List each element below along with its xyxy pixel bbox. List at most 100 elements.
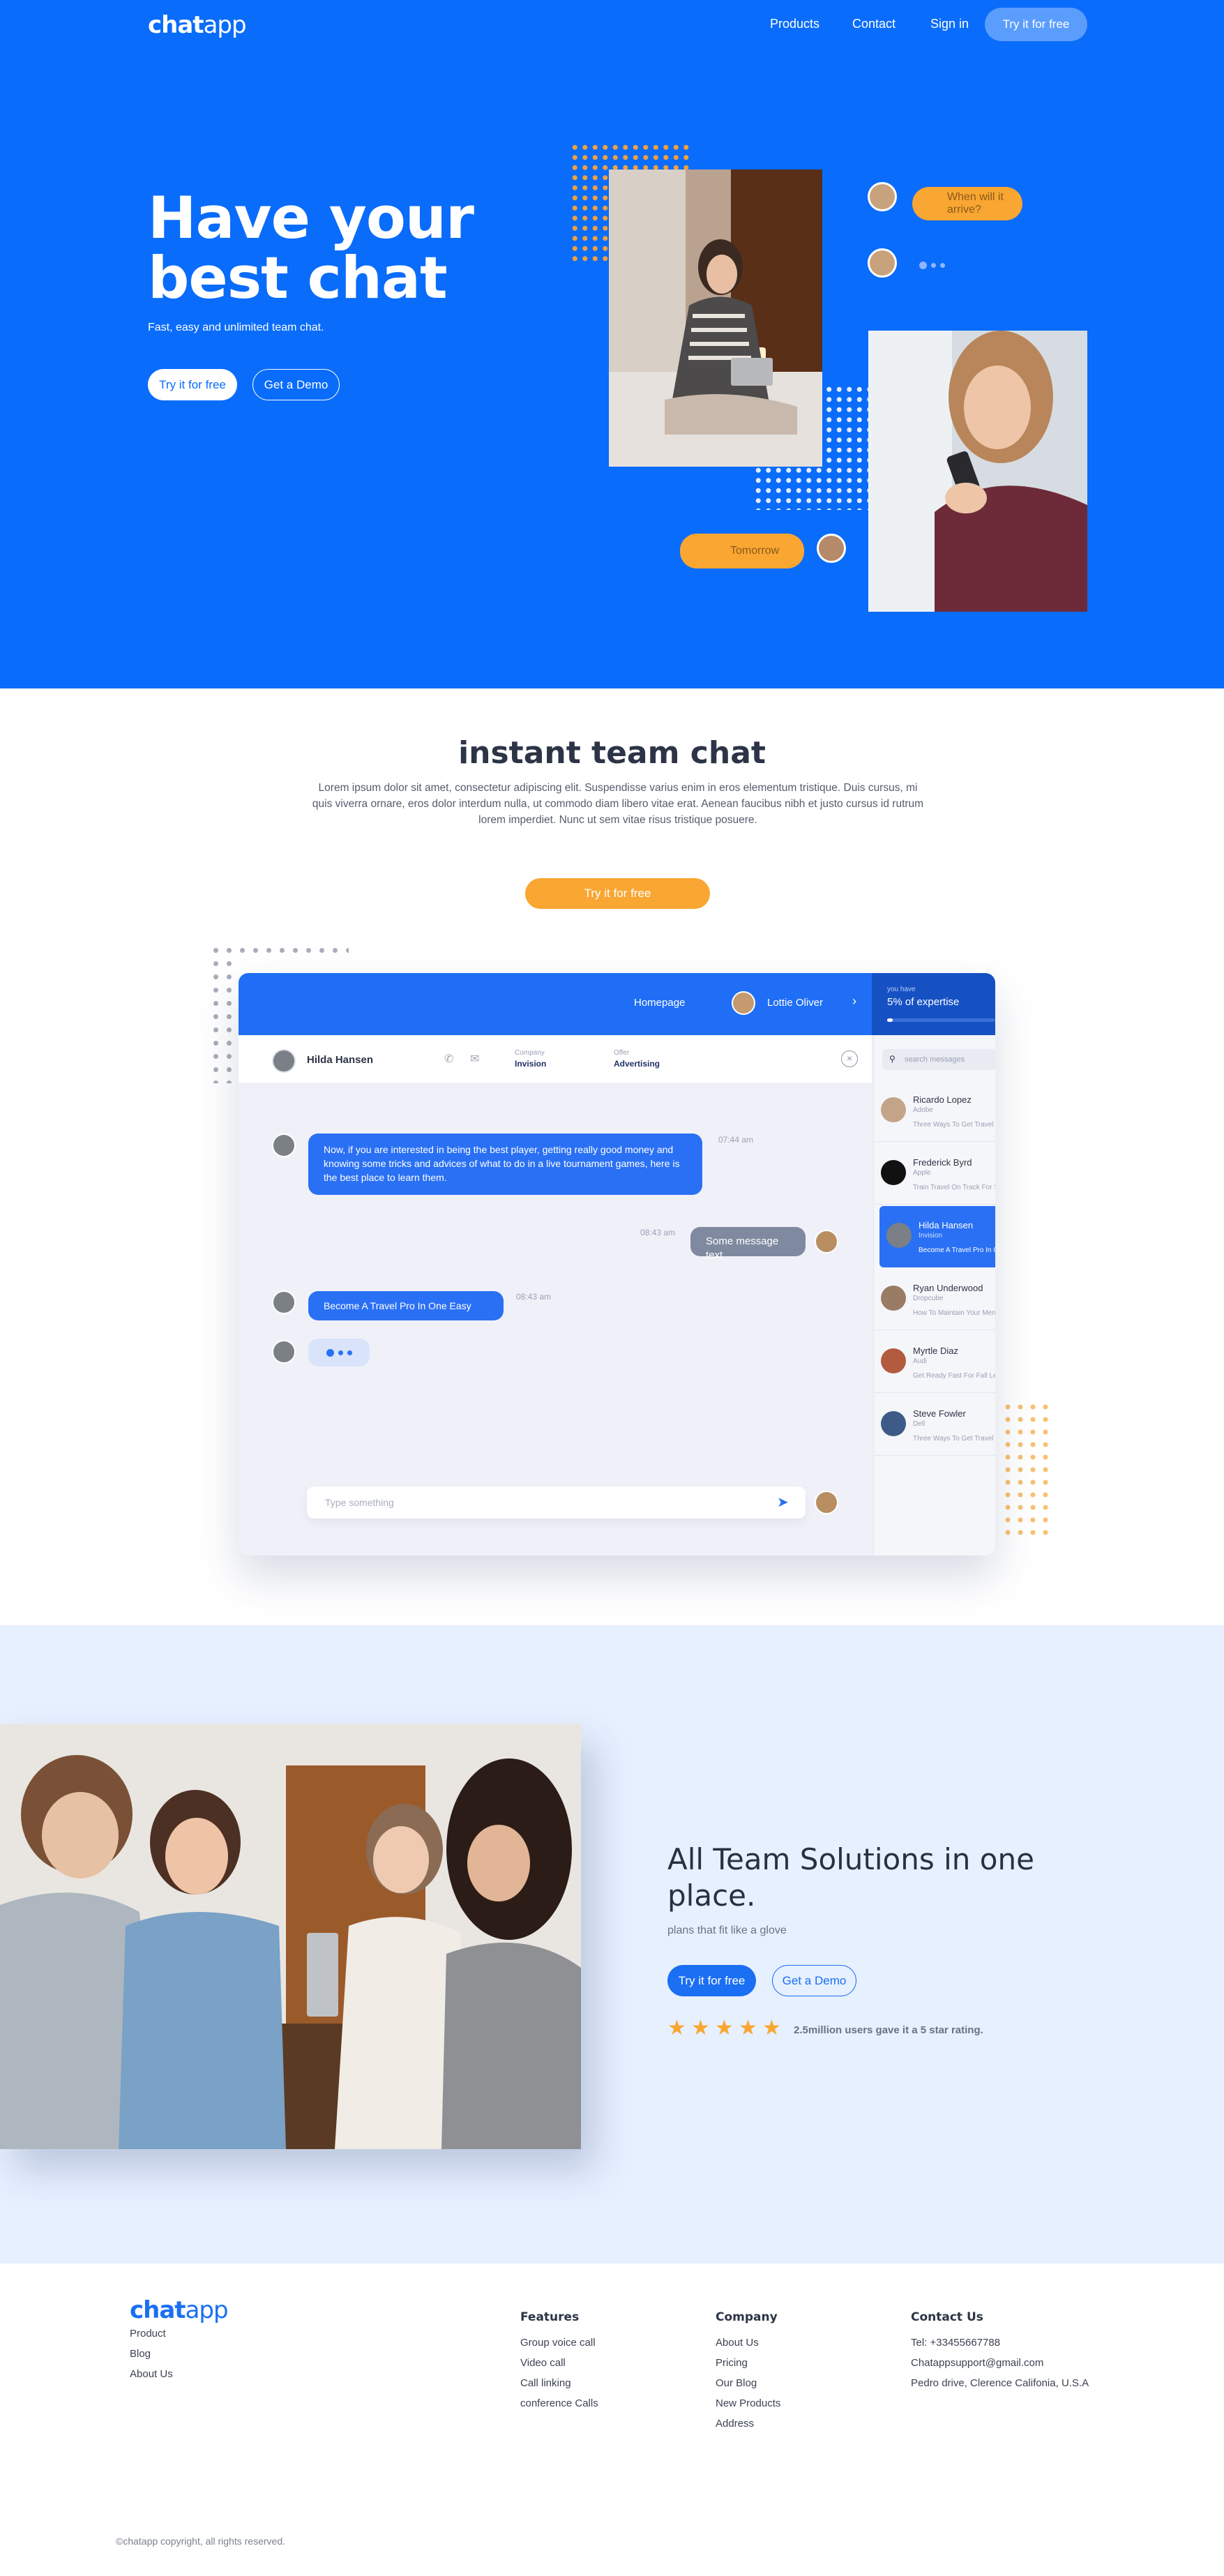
search-box[interactable]: ⚲ search messages xyxy=(882,1049,995,1070)
send-icon[interactable]: ➤ xyxy=(777,1493,789,1511)
expertise-small-label: you have xyxy=(887,986,916,993)
contacts-sidebar: ⚲ search messages Ricardo Lopez Adobe Th… xyxy=(873,1035,995,1556)
solutions-section: All Team Solutions in one place. plans t… xyxy=(0,1625,1224,2264)
star-icon: ★ xyxy=(691,2017,710,2040)
app-user-avatar[interactable] xyxy=(732,991,755,1015)
typing-dot xyxy=(326,1348,334,1357)
typing-indicator xyxy=(919,262,945,269)
star-icon: ★ xyxy=(667,2017,686,2040)
team-photo xyxy=(0,1724,581,2149)
hero-title-line2: best chat xyxy=(148,244,448,312)
hero-section: chatapp Products Contact Sign in Try it … xyxy=(0,0,1224,688)
app-topbar: Homepage Lottie Oliver › xyxy=(239,973,872,1035)
footer-feature-link[interactable]: Call linking xyxy=(520,2377,598,2389)
contact-preview: Three Ways To Get Travel Disc xyxy=(913,1121,995,1129)
star-rating: ★ ★ ★ ★ ★ xyxy=(667,2016,786,2041)
phone-woman-illustration xyxy=(868,331,1087,612)
contact-name: Steve Fowler xyxy=(913,1408,966,1419)
contact-item-active[interactable]: Hilda Hansen Invision Become A Travel Pr… xyxy=(879,1206,995,1267)
message-input[interactable]: Type something xyxy=(325,1497,394,1508)
solutions-demo-button[interactable]: Get a Demo xyxy=(772,1965,856,1996)
avatar-bubble-2 xyxy=(868,248,897,278)
contact-preview: Get Ready Fast For Fall Leaf xyxy=(913,1372,995,1380)
typing-dot xyxy=(347,1350,352,1355)
chat-app-preview: Homepage Lottie Oliver › you have 5% of … xyxy=(239,973,995,1556)
contact-avatar xyxy=(881,1097,906,1122)
footer-feature-link[interactable]: conference Calls xyxy=(520,2397,598,2409)
footer-company-link[interactable]: Our Blog xyxy=(716,2377,780,2389)
footer-contact-phone: Tel: +33455667788 xyxy=(911,2337,1001,2349)
chevron-right-icon[interactable]: › xyxy=(852,994,856,1009)
search-input[interactable]: search messages xyxy=(905,1055,965,1064)
footer-company-link[interactable]: Pricing xyxy=(716,2357,780,2369)
footer-link-about[interactable]: About Us xyxy=(130,2368,173,2380)
brand-logo[interactable]: chatapp xyxy=(148,11,247,39)
contact-preview: Train Travel On Track For Safe xyxy=(913,1184,995,1191)
star-icon: ★ xyxy=(715,2017,734,2040)
contact-company: Adobe xyxy=(913,1106,933,1114)
app-homepage-link[interactable]: Homepage xyxy=(634,997,685,1009)
expertise-progress-fill xyxy=(887,1018,893,1022)
hero-try-button[interactable]: Try it for free xyxy=(148,369,237,400)
bubble-answer-text: Tomorrow xyxy=(730,545,780,557)
nav-products-link[interactable]: Products xyxy=(770,17,819,31)
footer-features-column: Features Group voice call Video call Cal… xyxy=(520,2310,598,2418)
footer-feature-link[interactable]: Video call xyxy=(520,2357,598,2369)
hero-title: Have your best chat xyxy=(148,188,474,308)
contact-avatar xyxy=(272,1049,296,1073)
app-expertise-panel: you have 5% of expertise xyxy=(872,973,995,1035)
expertise-value: 5% of expertise xyxy=(887,996,960,1008)
message-bubble-3: Become A Travel Pro In One Easy xyxy=(308,1291,504,1320)
footer-link-blog[interactable]: Blog xyxy=(130,2348,173,2360)
app-user-name: Lottie Oliver xyxy=(767,997,824,1009)
contact-name: Hilda Hansen xyxy=(919,1220,974,1230)
footer-company-title: Company xyxy=(716,2310,778,2324)
footer-features-title: Features xyxy=(520,2310,580,2324)
contact-item[interactable]: Ricardo Lopez Adobe Three Ways To Get Tr… xyxy=(874,1080,995,1142)
solutions-subtitle: plans that fit like a glove xyxy=(667,1925,787,1936)
contact-item[interactable]: Ryan Underwood Dropcube How To Maintain … xyxy=(874,1269,995,1330)
hero-demo-button[interactable]: Get a Demo xyxy=(252,369,340,400)
message-avatar xyxy=(272,1290,296,1314)
footer-link-product[interactable]: Product xyxy=(130,2328,173,2340)
footer-feature-link[interactable]: Group voice call xyxy=(520,2337,598,2349)
team-illustration xyxy=(0,1724,581,2149)
footer-company-link[interactable]: New Products xyxy=(716,2397,780,2409)
close-icon[interactable]: × xyxy=(841,1050,858,1067)
offer-label: Offer xyxy=(614,1049,630,1057)
footer: chatapp Product Blog About Us Features G… xyxy=(0,2264,1224,2576)
avatar-bubble-3 xyxy=(817,534,846,563)
contact-company: Audi xyxy=(913,1357,928,1365)
nav-sign-in-link[interactable]: Sign in xyxy=(930,17,969,31)
nav-contact-link[interactable]: Contact xyxy=(852,17,896,31)
phone-icon[interactable]: ✆ xyxy=(444,1052,453,1066)
search-icon: ⚲ xyxy=(889,1054,896,1064)
footer-logo[interactable]: chatapp xyxy=(130,2296,229,2324)
hero-photo-woman-laptop xyxy=(609,170,822,467)
contact-item[interactable]: Myrtle Diaz Audi Get Ready Fast For Fall… xyxy=(874,1332,995,1393)
message-input-box[interactable]: Type something ➤ xyxy=(307,1486,806,1519)
solutions-title-line2: place. xyxy=(667,1878,756,1913)
solutions-try-button[interactable]: Try it for free xyxy=(667,1965,756,1996)
nav-try-button[interactable]: Try it for free xyxy=(985,8,1087,41)
footer-contact-address: Pedro drive, Clerence Califonia, U.S.A xyxy=(911,2377,1089,2389)
footer-company-link[interactable]: Address xyxy=(716,2418,780,2430)
intro-title: instant team chat xyxy=(458,735,766,771)
contact-name: Ryan Underwood xyxy=(913,1283,983,1293)
footer-company-link[interactable]: About Us xyxy=(716,2337,780,2349)
mail-icon[interactable]: ✉ xyxy=(470,1052,479,1066)
footer-contact-email[interactable]: Chatappsupport@gmail.com xyxy=(911,2357,1089,2369)
intro-try-button[interactable]: Try it for free xyxy=(525,878,710,909)
footer-copyright: ©chatapp copyright, all rights reserved. xyxy=(116,2536,285,2547)
hero-photo-woman-phone xyxy=(868,331,1087,612)
contact-company: Apple xyxy=(913,1169,931,1177)
contact-item[interactable]: Steve Fowler Dell Three Ways To Get Trav… xyxy=(874,1394,995,1456)
message-bubble-1: Now, if you are interested in being the … xyxy=(308,1133,702,1195)
solutions-title: All Team Solutions in one place. xyxy=(667,1841,1034,1914)
footer-contact-title: Contact Us xyxy=(911,2310,983,2324)
chat-contact-name: Hilda Hansen xyxy=(307,1054,374,1066)
contact-preview: Three Ways To Get Travel Disc xyxy=(913,1435,995,1443)
contact-item[interactable]: Frederick Byrd Apple Train Travel On Tra… xyxy=(874,1143,995,1205)
contact-company: Dell xyxy=(913,1420,925,1428)
offer-value: Advertising xyxy=(614,1059,660,1069)
